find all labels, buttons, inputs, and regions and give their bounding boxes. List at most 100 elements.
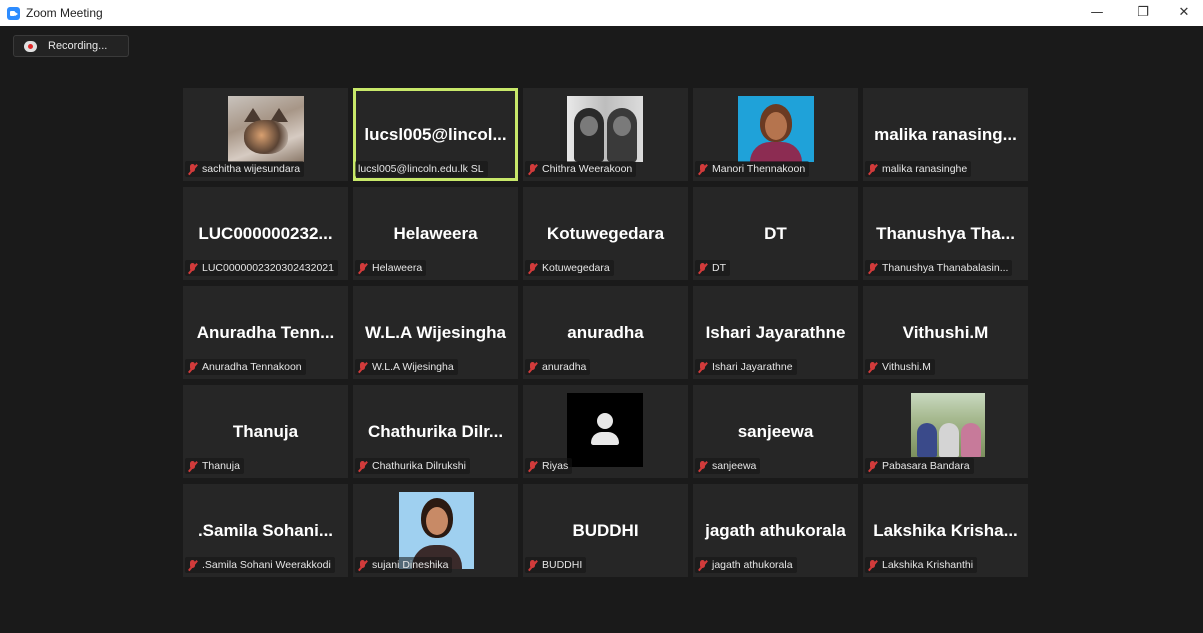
mic-muted-icon bbox=[188, 559, 197, 571]
participant-name-tag: Lakshika Krishanthi bbox=[865, 557, 978, 573]
participant-name-tag: lucsl005@lincoln.edu.lk SL bbox=[355, 161, 488, 177]
participant-name: sujani Dineshika bbox=[372, 559, 449, 571]
participant-name: Vithushi.M bbox=[882, 361, 931, 373]
participant-display-name: Anuradha Tenn... bbox=[196, 323, 335, 342]
participant-display-name: jagath athukorala bbox=[705, 521, 846, 540]
mic-muted-icon bbox=[868, 163, 877, 175]
participant-name-tag: Helaweera bbox=[355, 260, 427, 276]
participant-tile[interactable]: W.L.A Wijesingha W.L.A Wijesingha bbox=[353, 286, 518, 379]
participant-name-tag: anuradha bbox=[525, 359, 591, 375]
participant-name-tag: Vithushi.M bbox=[865, 359, 935, 375]
participant-display-name: Thanushya Tha... bbox=[876, 224, 1015, 243]
mic-muted-icon bbox=[698, 163, 707, 175]
participant-name-tag: Chathurika Dilrukshi bbox=[355, 458, 470, 474]
participant-name-tag: DT bbox=[695, 260, 730, 276]
participant-display-name: Thanuja bbox=[232, 422, 299, 441]
participant-name: Anuradha Tennakoon bbox=[202, 361, 302, 373]
participant-name-tag: LUC0000002320302432021 bbox=[185, 260, 338, 276]
participant-display-name: Ishari Jayarathne bbox=[705, 323, 846, 342]
participant-tile[interactable]: DT DT bbox=[693, 187, 858, 280]
mic-muted-icon bbox=[698, 262, 707, 274]
maximize-button[interactable]: ❐ bbox=[1120, 0, 1166, 26]
participant-name-tag: jagath athukorala bbox=[695, 557, 797, 573]
mic-muted-icon bbox=[528, 262, 537, 274]
mic-muted-icon bbox=[868, 262, 877, 274]
participant-tile[interactable]: Lakshika Krisha... Lakshika Krishanthi bbox=[863, 484, 1028, 577]
participant-tile[interactable]: Riyas bbox=[523, 385, 688, 478]
participant-tile[interactable]: Kotuwegedara Kotuwegedara bbox=[523, 187, 688, 280]
participant-display-name: sanjeewa bbox=[737, 422, 814, 441]
recording-label: Recording... bbox=[48, 40, 108, 52]
participant-tile[interactable]: Vithushi.M Vithushi.M bbox=[863, 286, 1028, 379]
participant-name: Helaweera bbox=[372, 262, 423, 274]
mic-muted-icon bbox=[188, 361, 197, 373]
participant-display-name: Kotuwegedara bbox=[546, 224, 665, 243]
participant-name: sanjeewa bbox=[712, 460, 757, 472]
mic-muted-icon bbox=[188, 262, 197, 274]
mic-muted-icon bbox=[698, 559, 707, 571]
participant-name: Chithra Weerakoon bbox=[542, 163, 633, 175]
participant-tile[interactable]: Thanuja Thanuja bbox=[183, 385, 348, 478]
participant-tile[interactable]: Ishari Jayarathne Ishari Jayarathne bbox=[693, 286, 858, 379]
participant-photo bbox=[228, 96, 304, 162]
participant-tile[interactable]: Pabasara Bandara bbox=[863, 385, 1028, 478]
participant-tile[interactable]: anuradha anuradha bbox=[523, 286, 688, 379]
participant-display-name: .Samila Sohani... bbox=[197, 521, 334, 540]
participant-gallery: sachitha wijesundara lucsl005@lincol... lu… bbox=[183, 88, 1028, 577]
participant-name-tag: Manori Thennakoon bbox=[695, 161, 810, 177]
participant-display-name: anuradha bbox=[567, 323, 644, 342]
participant-name: Lakshika Krishanthi bbox=[882, 559, 974, 571]
minimize-button[interactable]: — bbox=[1074, 0, 1120, 26]
participant-display-name: LUC000000232... bbox=[198, 224, 333, 243]
mic-muted-icon bbox=[528, 361, 537, 373]
participant-name: anuradha bbox=[542, 361, 587, 373]
participant-name: Thanuja bbox=[202, 460, 240, 472]
participant-tile[interactable]: Manori Thennakoon bbox=[693, 88, 858, 181]
participant-tile[interactable]: BUDDHI BUDDHI bbox=[523, 484, 688, 577]
participant-display-name: BUDDHI bbox=[572, 521, 639, 540]
recording-indicator[interactable]: Recording... bbox=[13, 35, 129, 57]
cloud-recording-icon bbox=[24, 41, 37, 52]
participant-name-tag: Anuradha Tennakoon bbox=[185, 359, 306, 375]
participant-tile[interactable]: malika ranasing... malika ranasinghe bbox=[863, 88, 1028, 181]
participant-tile[interactable]: Chathurika Dilr... Chathurika Dilrukshi bbox=[353, 385, 518, 478]
mic-muted-icon bbox=[698, 361, 707, 373]
participant-name-tag: Pabasara Bandara bbox=[865, 458, 974, 474]
mic-muted-icon bbox=[868, 460, 877, 472]
participant-display-name: lucsl005@lincol... bbox=[364, 125, 507, 144]
participant-tile[interactable]: sachitha wijesundara bbox=[183, 88, 348, 181]
mic-muted-icon bbox=[528, 559, 537, 571]
window-title: Zoom Meeting bbox=[26, 6, 103, 20]
mic-muted-icon bbox=[188, 460, 197, 472]
participant-name-tag: Kotuwegedara bbox=[525, 260, 614, 276]
participant-name-tag: malika ranasinghe bbox=[865, 161, 972, 177]
mic-muted-icon bbox=[868, 559, 877, 571]
participant-tile[interactable]: LUC000000232... LUC0000002320302432021 bbox=[183, 187, 348, 280]
participant-tile[interactable]: Helaweera Helaweera bbox=[353, 187, 518, 280]
zoom-app-icon bbox=[7, 7, 20, 20]
participant-name: Riyas bbox=[542, 460, 569, 472]
participant-tile[interactable]: jagath athukorala jagath athukorala bbox=[693, 484, 858, 577]
participant-name: Pabasara Bandara bbox=[882, 460, 970, 472]
participant-name: lucsl005@lincoln.edu.lk SL bbox=[358, 163, 484, 175]
participant-name-tag: sanjeewa bbox=[695, 458, 761, 474]
participant-name-tag: BUDDHI bbox=[525, 557, 587, 573]
participant-tile[interactable]: Thanushya Tha... Thanushya Thanabalasin..… bbox=[863, 187, 1028, 280]
participant-tile[interactable]: sanjeewa sanjeewa bbox=[693, 385, 858, 478]
participant-display-name: malika ranasing... bbox=[874, 125, 1017, 144]
participant-name: Manori Thennakoon bbox=[712, 163, 806, 175]
participant-name-tag: Thanushya Thanabalasin... bbox=[865, 260, 1013, 276]
participant-tile[interactable]: lucsl005@lincol... lucsl005@lincoln.edu.l… bbox=[353, 88, 518, 181]
close-button[interactable]: ✕ bbox=[1161, 0, 1203, 26]
participant-name: DT bbox=[712, 262, 726, 274]
participant-name: LUC0000002320302432021 bbox=[202, 262, 334, 274]
default-avatar-icon bbox=[567, 393, 643, 467]
participant-name: Kotuwegedara bbox=[542, 262, 610, 274]
mic-muted-icon bbox=[358, 361, 367, 373]
participant-tile[interactable]: Anuradha Tenn... Anuradha Tennakoon bbox=[183, 286, 348, 379]
participant-tile[interactable]: Chithra Weerakoon bbox=[523, 88, 688, 181]
participant-tile[interactable]: sujani Dineshika bbox=[353, 484, 518, 577]
participant-tile[interactable]: .Samila Sohani... .Samila Sohani Weerakko… bbox=[183, 484, 348, 577]
mic-muted-icon bbox=[188, 163, 197, 175]
participant-name-tag: sujani Dineshika bbox=[355, 557, 453, 573]
